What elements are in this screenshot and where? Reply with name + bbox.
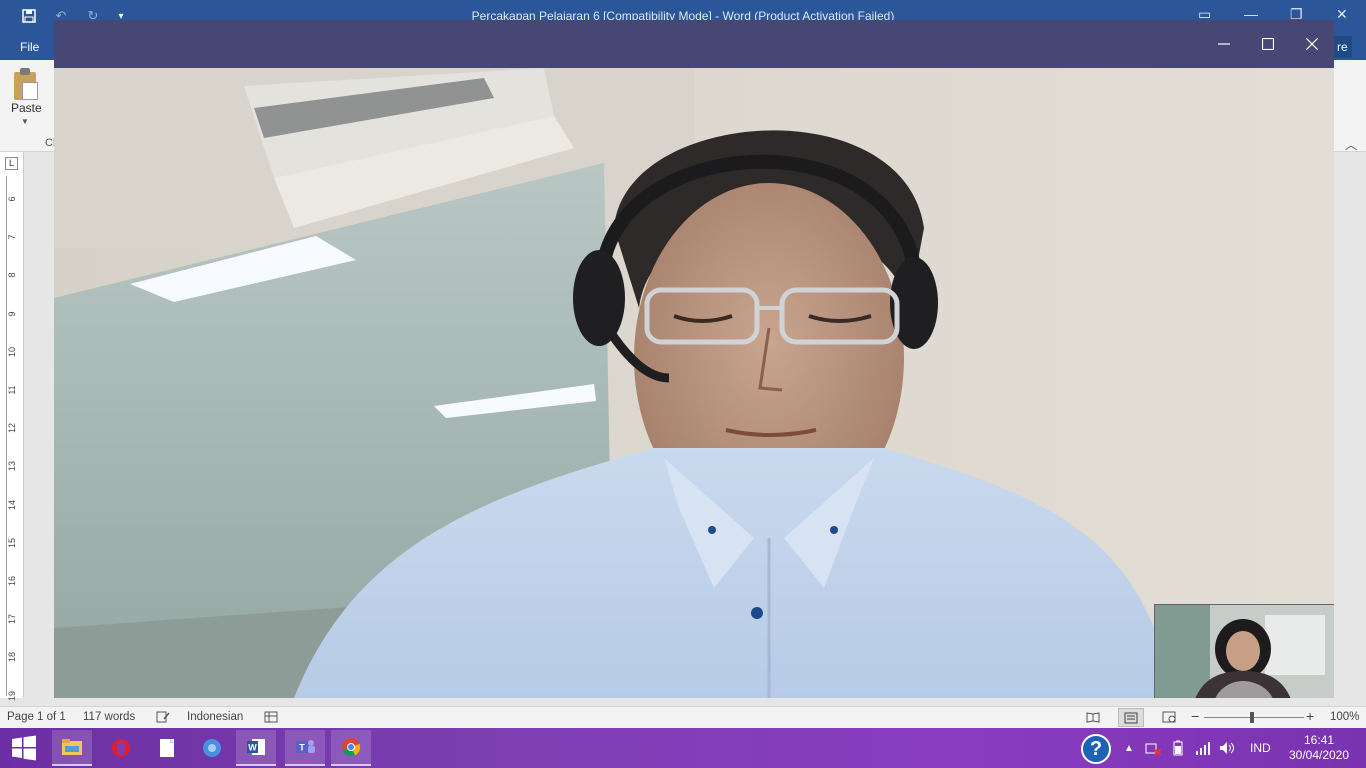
ruler-number: 16 [7,576,17,587]
signal-icon[interactable] [1195,728,1211,768]
opera-icon[interactable] [101,730,141,766]
word-taskbar-icon[interactable]: W [236,730,276,766]
windows-start-icon[interactable] [0,728,48,768]
word-close-icon[interactable]: ✕ [1336,6,1348,23]
self-video-feed [1155,605,1334,698]
ruler-number: 10 [7,346,17,357]
paste-icon[interactable] [12,68,40,100]
call-title-bar[interactable] [54,20,1334,68]
paste-dropdown-icon[interactable]: ▼ [21,117,29,126]
print-layout-button[interactable] [1118,708,1144,727]
word-count[interactable]: 117 words [83,711,135,723]
language-indicator[interactable]: Indonesian [187,711,243,723]
help-icon[interactable]: ? [1081,734,1111,764]
status-bar: Page 1 of 1 117 words Indonesian − + 100… [0,706,1366,728]
proofing-icon[interactable] [156,711,170,726]
zoom-in-icon[interactable]: + [1306,708,1314,724]
zoom-out-icon[interactable]: − [1191,708,1199,724]
battery-icon[interactable] [1171,728,1187,768]
read-mode-icon[interactable] [1086,711,1100,726]
ruler-number: 6 [7,196,17,202]
teams-taskbar-icon[interactable]: T [285,730,325,766]
zoom-slider[interactable] [1204,717,1304,718]
svg-text:W: W [248,743,257,753]
ruler-number: 19 [7,690,17,701]
paste-button-label[interactable]: Paste [11,101,42,115]
vertical-ruler: L 6 7 8 9 10 11 12 13 14 15 16 17 18 19 [0,152,24,701]
clock-date: 30/04/2020 [1288,748,1350,762]
video-call-window [54,20,1334,698]
network-error-icon[interactable] [1145,728,1163,768]
notepad-icon[interactable] [147,730,187,766]
zoom-level[interactable]: 100% [1330,711,1359,723]
remote-video [54,68,1334,698]
ruler-number: 9 [7,311,17,317]
tab-selector[interactable]: L [5,157,18,170]
ruler-number: 12 [7,423,17,434]
collapse-ribbon-icon[interactable]: ︿ [1345,136,1357,153]
chromium-icon[interactable] [192,730,232,766]
ruler-number: 7 [7,234,17,240]
share-button[interactable]: re [1334,36,1352,58]
chrome-taskbar-icon[interactable] [331,730,371,766]
ruler-number: 13 [7,461,17,472]
file-explorer-icon[interactable] [52,730,92,766]
zoom-slider-thumb[interactable] [1250,712,1254,723]
ruler-number: 8 [7,272,17,278]
svg-text:T: T [299,743,305,753]
show-hidden-icons[interactable]: ▲ [1124,728,1134,768]
ruler-number: 18 [7,652,17,663]
taskbar: W T ▲ IND 16:41 30/04/2020 [0,728,1366,768]
page-count[interactable]: Page 1 of 1 [7,711,66,723]
ruler-number: 11 [7,385,17,395]
web-layout-icon[interactable] [1162,711,1176,726]
ruler-number: 15 [7,537,17,548]
taskbar-clock[interactable]: 16:41 30/04/2020 [1284,733,1354,763]
macro-recording-icon[interactable] [264,711,278,726]
ruler-number: 17 [7,614,17,625]
file-tab[interactable]: File [20,40,39,54]
ruler-number: 14 [7,499,17,510]
clock-time: 16:41 [1303,733,1335,747]
input-language[interactable]: IND [1250,728,1271,768]
volume-icon[interactable] [1219,728,1235,768]
call-minimize-icon[interactable] [1212,32,1236,56]
call-maximize-icon[interactable] [1256,32,1280,56]
call-close-icon[interactable] [1300,32,1324,56]
self-video[interactable] [1154,604,1334,698]
